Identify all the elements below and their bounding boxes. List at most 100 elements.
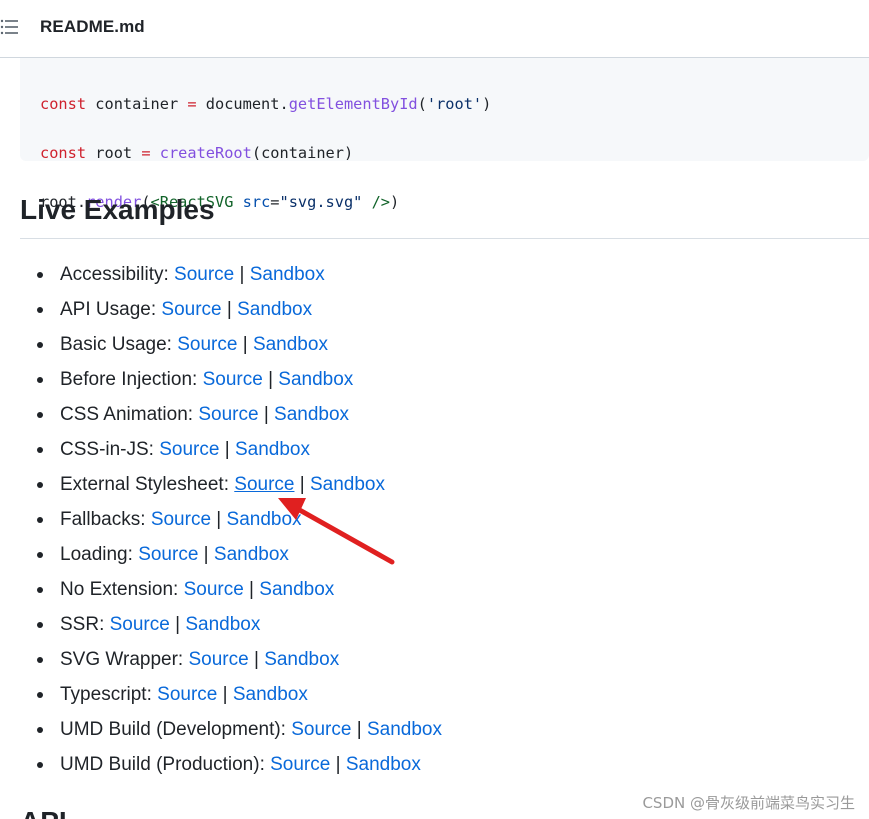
link-separator: | bbox=[243, 579, 260, 600]
example-item: UMD Build (Production): Source | Sandbox bbox=[0, 747, 442, 782]
example-item: Loading: Source | Sandbox bbox=[0, 537, 442, 572]
live-examples-heading: Live Examples bbox=[20, 194, 215, 225]
link-separator: | bbox=[198, 544, 214, 565]
link-separator: | bbox=[211, 509, 227, 530]
sandbox-link[interactable]: Sandbox bbox=[253, 334, 328, 355]
source-link[interactable]: Source bbox=[203, 369, 263, 390]
example-item: SVG Wrapper: Source | Sandbox bbox=[0, 642, 442, 677]
example-item: UMD Build (Development): Source | Sandbo… bbox=[0, 712, 442, 747]
link-separator: | bbox=[219, 439, 235, 460]
source-link[interactable]: Source bbox=[161, 299, 221, 320]
sandbox-link[interactable]: Sandbox bbox=[237, 299, 312, 320]
example-item: External Stylesheet: Source | Sandbox bbox=[0, 467, 442, 502]
source-link[interactable]: Source bbox=[188, 649, 248, 670]
link-separator: | bbox=[248, 649, 265, 670]
link-separator: | bbox=[217, 684, 233, 705]
link-separator: | bbox=[169, 614, 186, 635]
example-label: Before Injection: bbox=[60, 369, 203, 390]
source-link[interactable]: Source bbox=[157, 684, 217, 705]
file-header: README.md bbox=[0, 0, 869, 58]
sandbox-link[interactable]: Sandbox bbox=[235, 439, 310, 460]
bullet-dot bbox=[37, 412, 43, 418]
code-line-1: const container = document.getElementByI… bbox=[40, 94, 492, 113]
source-link[interactable]: Source bbox=[110, 614, 170, 635]
example-label: SVG Wrapper: bbox=[60, 649, 189, 670]
source-link[interactable]: Source bbox=[151, 509, 211, 530]
example-label: Fallbacks: bbox=[60, 509, 151, 530]
source-link[interactable]: Source bbox=[270, 754, 330, 775]
sandbox-link[interactable]: Sandbox bbox=[346, 754, 421, 775]
source-link[interactable]: Source bbox=[159, 439, 219, 460]
source-link[interactable]: Source bbox=[184, 579, 244, 600]
link-separator: | bbox=[234, 264, 250, 285]
sandbox-link[interactable]: Sandbox bbox=[214, 544, 289, 565]
example-label: Accessibility: bbox=[60, 264, 175, 285]
bullet-dot bbox=[37, 377, 43, 383]
example-item: CSS Animation: Source | Sandbox bbox=[0, 397, 442, 432]
bullet-dot bbox=[37, 657, 43, 663]
example-label: SSR: bbox=[60, 614, 110, 635]
bullet-dot bbox=[37, 552, 43, 558]
sandbox-link[interactable]: Sandbox bbox=[274, 404, 349, 425]
heading-divider bbox=[20, 238, 869, 239]
source-link[interactable]: Source bbox=[198, 404, 258, 425]
bullet-dot bbox=[37, 587, 43, 593]
bullet-dot bbox=[37, 272, 43, 278]
source-link[interactable]: Source bbox=[138, 544, 198, 565]
sandbox-link[interactable]: Sandbox bbox=[227, 509, 302, 530]
link-separator: | bbox=[237, 334, 253, 355]
link-separator: | bbox=[258, 404, 275, 425]
example-label: Typescript: bbox=[60, 684, 158, 705]
example-label: API Usage: bbox=[60, 299, 162, 320]
example-item: Before Injection: Source | Sandbox bbox=[0, 362, 442, 397]
file-title: README.md bbox=[40, 17, 145, 36]
list-icon[interactable] bbox=[0, 18, 20, 36]
link-separator: | bbox=[221, 299, 238, 320]
example-label: External Stylesheet: bbox=[60, 474, 235, 495]
example-label: Basic Usage: bbox=[60, 334, 178, 355]
link-separator: | bbox=[262, 369, 279, 390]
bullet-dot bbox=[37, 692, 43, 698]
bullet-dot bbox=[37, 307, 43, 313]
link-separator: | bbox=[294, 474, 310, 495]
link-separator: | bbox=[330, 754, 346, 775]
example-item: Basic Usage: Source | Sandbox bbox=[0, 327, 442, 362]
example-item: Accessibility: Source | Sandbox bbox=[0, 257, 442, 292]
bullet-dot bbox=[37, 517, 43, 523]
sandbox-link[interactable]: Sandbox bbox=[233, 684, 308, 705]
source-link[interactable]: Source bbox=[177, 334, 237, 355]
example-item: SSR: Source | Sandbox bbox=[0, 607, 442, 642]
bullet-dot bbox=[37, 447, 43, 453]
code-block: const container = document.getElementByI… bbox=[20, 58, 869, 211]
example-item: API Usage: Source | Sandbox bbox=[0, 292, 442, 327]
sandbox-link[interactable]: Sandbox bbox=[310, 474, 385, 495]
source-link[interactable]: Source bbox=[234, 474, 294, 495]
example-item: Fallbacks: Source | Sandbox bbox=[0, 502, 442, 537]
sandbox-link[interactable]: Sandbox bbox=[264, 649, 339, 670]
example-label: No Extension: bbox=[60, 579, 184, 600]
examples-list: Accessibility: Source | Sandbox API Usage… bbox=[0, 257, 442, 782]
sandbox-link[interactable]: Sandbox bbox=[185, 614, 260, 635]
watermark: CSDN @骨灰级前端菜鸟实习生 bbox=[642, 794, 855, 812]
sandbox-link[interactable]: Sandbox bbox=[278, 369, 353, 390]
bullet-dot bbox=[37, 622, 43, 628]
sandbox-link[interactable]: Sandbox bbox=[259, 579, 334, 600]
example-item: No Extension: Source | Sandbox bbox=[0, 572, 442, 607]
code-line-2: const root = createRoot(container) bbox=[40, 143, 354, 162]
sandbox-link[interactable]: Sandbox bbox=[367, 719, 442, 740]
link-separator: | bbox=[351, 719, 367, 740]
example-label: UMD Build (Production): bbox=[60, 754, 271, 775]
example-label: CSS-in-JS: bbox=[60, 439, 160, 460]
bullet-dot bbox=[37, 762, 43, 768]
api-heading: API bbox=[20, 806, 67, 819]
bullet-dot bbox=[37, 482, 43, 488]
example-label: CSS Animation: bbox=[60, 404, 199, 425]
source-link[interactable]: Source bbox=[291, 719, 351, 740]
source-link[interactable]: Source bbox=[174, 264, 234, 285]
sandbox-link[interactable]: Sandbox bbox=[250, 264, 325, 285]
bullet-dot bbox=[37, 342, 43, 348]
example-item: Typescript: Source | Sandbox bbox=[0, 677, 442, 712]
example-item: CSS-in-JS: Source | Sandbox bbox=[0, 432, 442, 467]
example-label: UMD Build (Development): bbox=[60, 719, 292, 740]
bullet-dot bbox=[37, 727, 43, 733]
